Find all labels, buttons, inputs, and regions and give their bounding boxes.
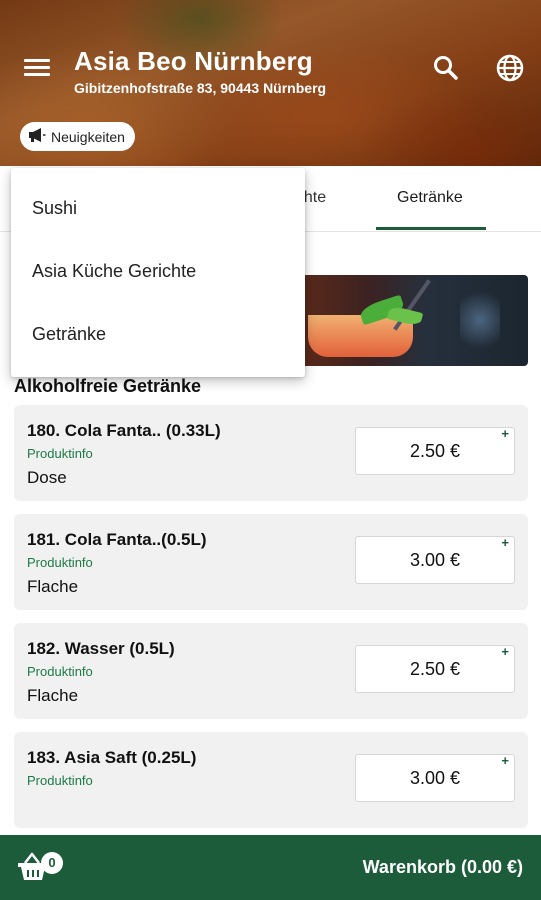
- cart-total-label[interactable]: Warenkorb (0.00 €): [363, 857, 523, 878]
- product-card: 181. Cola Fanta..(0.5L) Produktinfo Flac…: [14, 514, 528, 610]
- add-to-cart-button[interactable]: + 2.50 €: [355, 644, 515, 693]
- plus-icon: +: [501, 426, 509, 441]
- product-name: 182. Wasser (0.5L): [27, 639, 175, 658]
- add-to-cart-button[interactable]: + 2.50 €: [355, 426, 515, 475]
- product-variant: Flache: [27, 686, 79, 705]
- dropdown-item-asia-kueche[interactable]: Asia Küche Gerichte: [32, 261, 196, 282]
- product-name: 181. Cola Fanta..(0.5L): [27, 530, 207, 549]
- product-info-link[interactable]: Produktinfo: [27, 773, 93, 788]
- product-card: 183. Asia Saft (0.25L) Produktinfo + 3.0…: [14, 732, 528, 828]
- product-card: 182. Wasser (0.5L) Produktinfo Flache + …: [14, 623, 528, 719]
- add-to-cart-button[interactable]: + 3.00 €: [355, 535, 515, 584]
- restaurant-title: Asia Beo Nürnberg: [74, 46, 313, 76]
- product-price: 2.50 €: [409, 659, 461, 679]
- dropdown-item-sushi[interactable]: Sushi: [32, 198, 77, 219]
- product-variant: Flache: [27, 577, 79, 596]
- product-price: 3.00 €: [409, 550, 461, 570]
- news-label: Neuigkeiten: [51, 128, 125, 145]
- tab-getraenke[interactable]: Getränke: [376, 166, 486, 230]
- restaurant-header: Asia Beo Nürnberg Gibitzenhofstraße 83, …: [0, 0, 541, 166]
- search-icon[interactable]: [430, 52, 462, 84]
- product-name: 183. Asia Saft (0.25L): [27, 748, 197, 767]
- product-info-link[interactable]: Produktinfo: [27, 446, 93, 461]
- restaurant-address: Gibitzenhofstraße 83, 90443 Nürnberg: [74, 80, 327, 96]
- dropdown-item-getraenke[interactable]: Getränke: [32, 324, 106, 345]
- section-title: Alkoholfreie Getränke: [14, 376, 202, 396]
- product-price: 3.00 €: [409, 768, 461, 788]
- menu-icon[interactable]: [22, 56, 52, 80]
- cart-count-badge: 0: [41, 852, 63, 874]
- product-card: 180. Cola Fanta.. (0.33L) Produktinfo Do…: [14, 405, 528, 501]
- product-name: 180. Cola Fanta.. (0.33L): [27, 421, 221, 440]
- category-dropdown: Sushi Asia Küche Gerichte Getränke: [11, 168, 305, 377]
- product-info-link[interactable]: Produktinfo: [27, 664, 93, 679]
- product-info-link[interactable]: Produktinfo: [27, 555, 93, 570]
- add-to-cart-button[interactable]: + 3.00 €: [355, 753, 515, 802]
- product-variant: Dose: [27, 468, 67, 487]
- cart-bar[interactable]: 0 Warenkorb (0.00 €): [0, 835, 541, 900]
- news-button[interactable]: Neuigkeiten: [20, 122, 135, 151]
- plus-icon: +: [501, 535, 509, 550]
- globe-icon[interactable]: [494, 52, 526, 84]
- plus-icon: +: [501, 753, 509, 768]
- drinks-banner-image: [300, 275, 528, 366]
- megaphone-icon: [28, 127, 46, 146]
- product-price: 2.50 €: [409, 441, 461, 461]
- plus-icon: +: [501, 644, 509, 659]
